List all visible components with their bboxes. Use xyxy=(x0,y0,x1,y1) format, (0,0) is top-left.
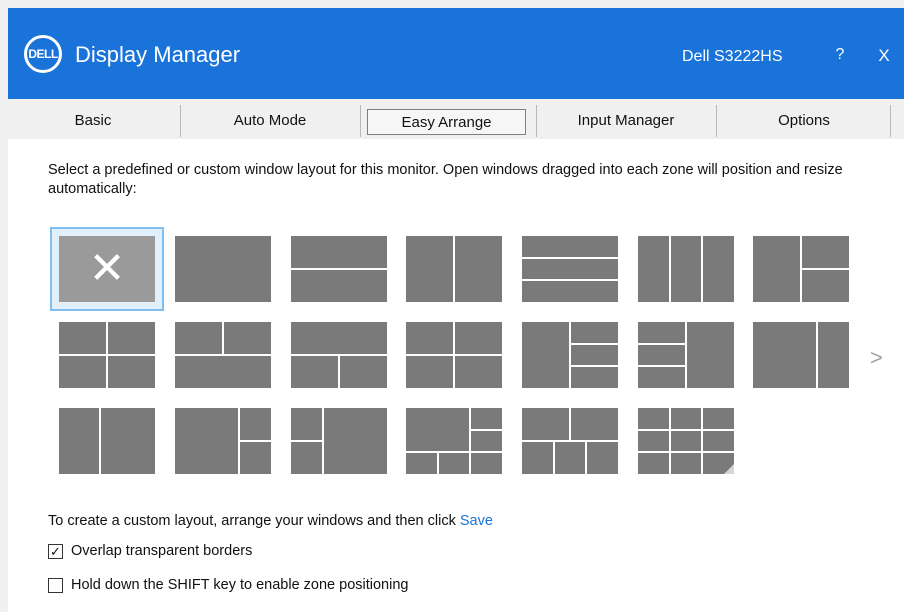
layout-tile-left-split-wide-right[interactable] xyxy=(291,408,387,474)
app-title: Display Manager xyxy=(75,42,241,67)
dell-logo: DELL xyxy=(24,35,62,73)
help-button[interactable]: ? xyxy=(830,46,850,64)
checkmark-icon: ✓ xyxy=(50,543,61,559)
layout-tile-quad-b[interactable] xyxy=(406,322,502,388)
tab-bar: Basic Auto Mode Easy Arrange Input Manag… xyxy=(8,99,904,139)
tab-options[interactable]: Options xyxy=(718,105,890,135)
layout-tile-wide-narrow[interactable] xyxy=(753,322,849,388)
overlap-borders-option: ✓ Overlap transparent borders xyxy=(48,543,252,559)
custom-layout-instruction: To create a custom layout, arrange your … xyxy=(48,513,493,529)
shift-zone-option: Hold down the SHIFT key to enable zone p… xyxy=(48,577,408,593)
layout-tile-none[interactable]: ✕ xyxy=(59,236,155,302)
tab-separator xyxy=(890,105,891,137)
layout-tile-left-right-split[interactable] xyxy=(753,236,849,302)
easy-arrange-panel: Select a predefined or custom window lay… xyxy=(8,139,904,612)
display-manager-window: DELL Display Manager Dell S3222HS ? X Ba… xyxy=(0,0,904,612)
title-bar: DELL Display Manager Dell S3222HS ? X xyxy=(8,8,904,99)
resize-grip-icon xyxy=(724,464,734,474)
close-button[interactable]: X xyxy=(874,46,894,66)
overlap-borders-checkbox[interactable]: ✓ xyxy=(48,543,63,559)
layout-tile-top-full-bottom-split[interactable] xyxy=(291,322,387,388)
layout-tile-3-rows[interactable] xyxy=(522,236,618,302)
layout-tile-top-split-bottom-full[interactable] xyxy=(175,322,271,388)
monitor-name: Dell S3222HS xyxy=(682,48,783,65)
shift-zone-label: Hold down the SHIFT key to enable zone p… xyxy=(71,577,409,593)
shift-zone-checkbox[interactable] xyxy=(48,577,63,593)
layout-tile-grid-3x3[interactable] xyxy=(638,408,734,474)
save-link[interactable]: Save xyxy=(460,513,493,529)
tab-easy-arrange[interactable]: Easy Arrange xyxy=(367,109,526,135)
layout-tile-two-columns-b[interactable] xyxy=(59,408,155,474)
description-text: Select a predefined or custom window lay… xyxy=(48,162,843,197)
custom-layout-text: To create a custom layout, arrange your … xyxy=(48,513,456,529)
overlap-borders-label: Overlap transparent borders xyxy=(71,543,253,559)
layout-tile-left-full-right-3[interactable] xyxy=(522,322,618,388)
layout-tile-2-columns[interactable] xyxy=(406,236,502,302)
next-page-arrow[interactable]: > xyxy=(870,345,883,371)
layout-tile-complex-b[interactable] xyxy=(522,408,618,474)
tab-basic[interactable]: Basic xyxy=(8,105,178,135)
tab-separator xyxy=(536,105,537,137)
layout-tile-quad[interactable] xyxy=(59,322,155,388)
layout-tile-3-columns[interactable] xyxy=(638,236,734,302)
close-icon: ✕ xyxy=(88,244,126,293)
tab-separator xyxy=(716,105,717,137)
tab-input-manager[interactable]: Input Manager xyxy=(538,105,714,135)
layout-tile-complex-a[interactable] xyxy=(406,408,502,474)
layout-tile-2-rows[interactable] xyxy=(291,236,387,302)
layout-tile-left-3-right-full[interactable] xyxy=(638,322,734,388)
layout-tile-full[interactable] xyxy=(175,236,271,302)
tab-separator xyxy=(180,105,181,137)
tab-separator xyxy=(360,105,361,137)
tab-auto-mode[interactable]: Auto Mode xyxy=(182,105,358,135)
layout-tile-wide-left-right-split[interactable] xyxy=(175,408,271,474)
